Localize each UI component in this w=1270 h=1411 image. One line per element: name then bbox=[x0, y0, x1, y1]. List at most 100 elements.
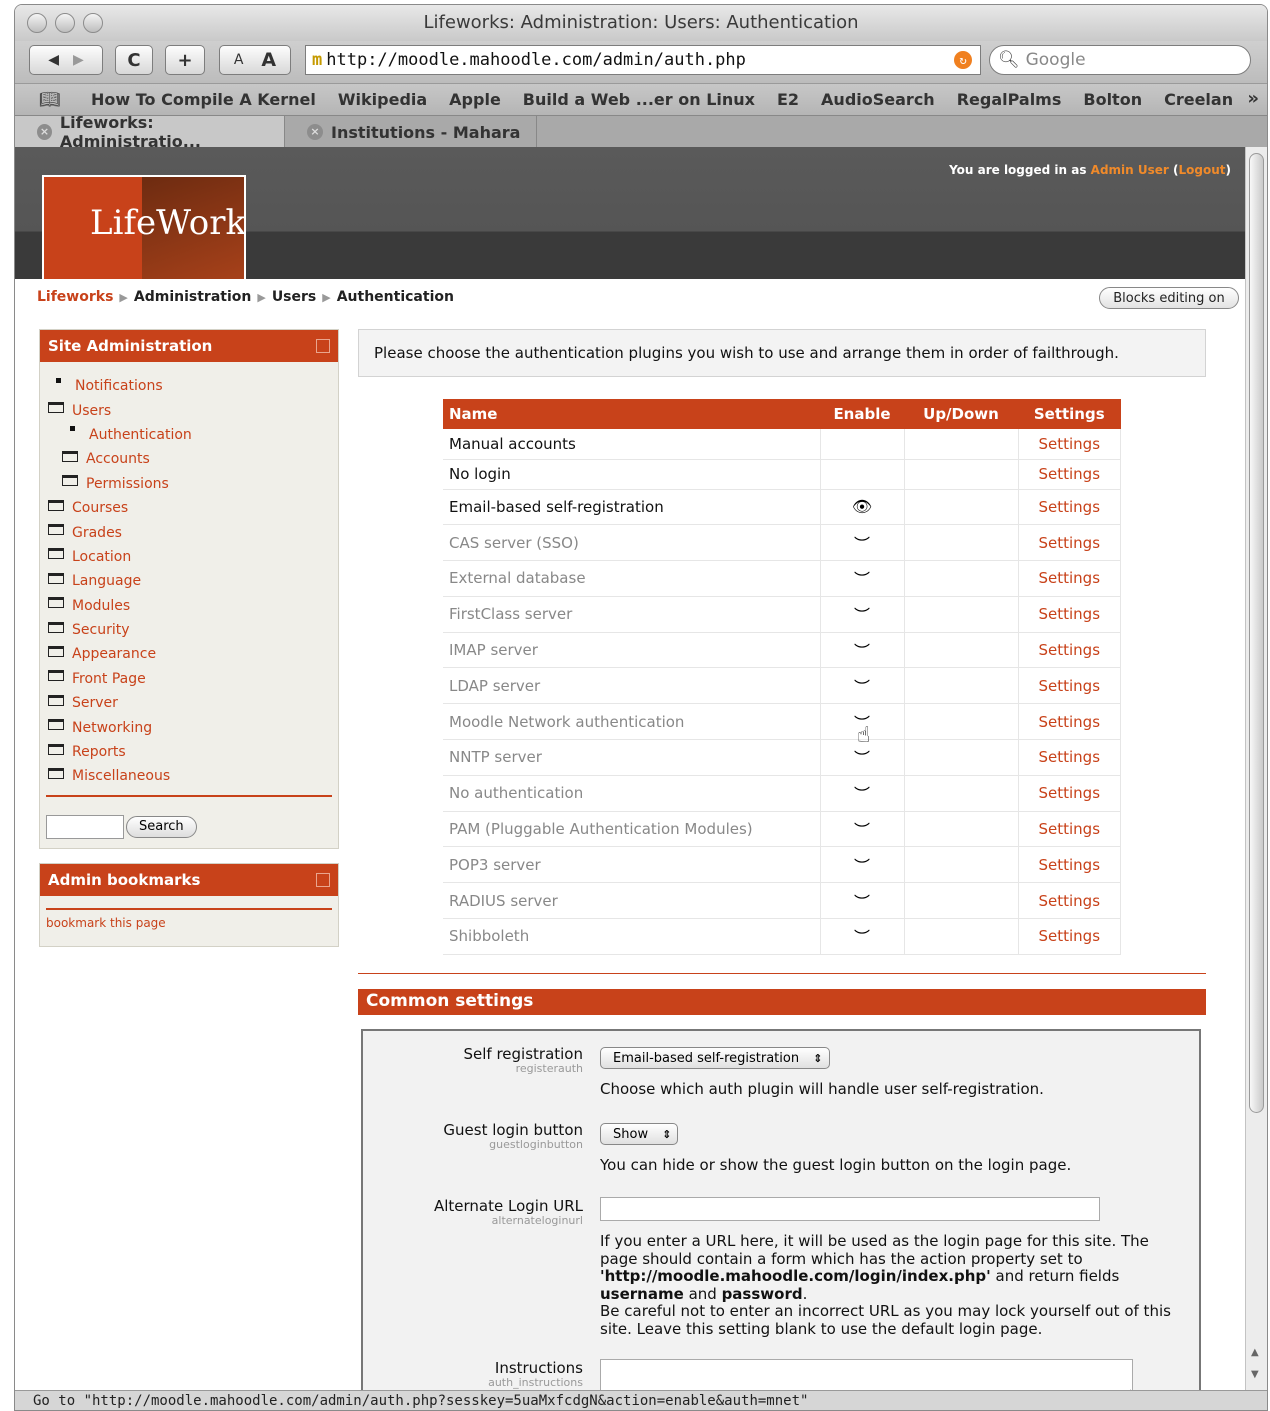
show-eye-closed-icon[interactable]: ︶ bbox=[854, 642, 870, 661]
show-eye-closed-icon[interactable]: ︶ bbox=[854, 678, 870, 697]
scroll-up-arrow-icon[interactable]: ▲ bbox=[1251, 1347, 1259, 1358]
settings-link[interactable]: Settings bbox=[1018, 739, 1121, 776]
settings-link[interactable]: Settings bbox=[1018, 524, 1121, 562]
sidebar-item-server[interactable]: Server bbox=[40, 691, 338, 715]
alt-login-url-input[interactable] bbox=[600, 1197, 1100, 1221]
sidebar-item-accounts[interactable]: Accounts bbox=[40, 447, 338, 471]
settings-link[interactable]: Settings bbox=[1018, 596, 1121, 633]
settings-link[interactable]: Settings bbox=[1018, 882, 1121, 920]
bookmark-item[interactable]: Wikipedia bbox=[338, 90, 427, 109]
collapse-block-icon[interactable] bbox=[316, 339, 330, 353]
forward-arrow-icon[interactable]: ▶ bbox=[73, 52, 84, 68]
selfreg-value: Email-based self-registration bbox=[613, 1050, 800, 1066]
bookmark-item[interactable]: RegalPalms bbox=[957, 90, 1062, 109]
table-row: Shibboleth ︶ Settings bbox=[443, 918, 1121, 955]
show-eye-closed-icon[interactable]: ︶ bbox=[854, 821, 870, 840]
bookmarks-book-icon[interactable]: 📖︎ bbox=[39, 90, 61, 110]
sidebar-item-grades[interactable]: Grades bbox=[40, 520, 338, 544]
sidebar-item-courses[interactable]: Courses bbox=[40, 496, 338, 520]
settings-link[interactable]: Settings bbox=[1018, 811, 1121, 848]
snapback-icon[interactable]: ↻ bbox=[954, 51, 972, 69]
text-size-buttons[interactable]: A A bbox=[219, 45, 291, 75]
settings-link[interactable]: Settings bbox=[1018, 918, 1121, 955]
breadcrumb-users[interactable]: Users bbox=[272, 289, 316, 305]
admin-search-button[interactable]: Search bbox=[126, 815, 197, 838]
settings-link[interactable]: Settings bbox=[1018, 846, 1121, 884]
show-eye-closed-icon[interactable]: ︶ bbox=[854, 857, 870, 876]
reload-button[interactable]: C bbox=[115, 45, 153, 75]
settings-link[interactable]: Settings bbox=[1018, 703, 1121, 741]
show-eye-closed-icon[interactable]: ︶ bbox=[854, 928, 870, 947]
settings-link[interactable]: Settings bbox=[1018, 489, 1121, 526]
sidebar-item-users[interactable]: Users bbox=[40, 398, 338, 422]
settings-link[interactable]: Settings bbox=[1018, 560, 1121, 597]
table-row: IMAP server ︶ Settings bbox=[443, 632, 1121, 669]
settings-link[interactable]: Settings bbox=[1018, 429, 1121, 460]
sidebar-item-miscellaneous[interactable]: Miscellaneous bbox=[40, 764, 338, 788]
sidebar-item-label: Courses bbox=[72, 500, 129, 517]
sidebar-item-networking[interactable]: Networking bbox=[40, 715, 338, 739]
instructions-textarea[interactable] bbox=[600, 1359, 1133, 1390]
back-forward-buttons[interactable]: ◀ ▶ bbox=[29, 45, 103, 75]
logout-link[interactable]: Logout bbox=[1179, 163, 1226, 177]
back-arrow-icon[interactable]: ◀ bbox=[48, 52, 59, 68]
bookmark-item[interactable]: Apple bbox=[449, 90, 501, 109]
close-tab-icon[interactable]: × bbox=[37, 124, 52, 140]
hide-eye-open-icon[interactable]: 👁︎ bbox=[852, 497, 872, 516]
show-eye-closed-icon[interactable]: ︶ bbox=[854, 535, 870, 554]
plugin-name: RADIUS server bbox=[443, 882, 821, 920]
show-eye-closed-icon[interactable]: ︶ bbox=[854, 570, 870, 589]
more-bookmarks-chevron-icon[interactable]: » bbox=[1247, 88, 1259, 109]
settings-link[interactable]: Settings bbox=[1018, 632, 1121, 669]
add-bookmark-button[interactable]: + bbox=[165, 45, 205, 75]
guest-select[interactable]: Show ⇕ bbox=[600, 1123, 678, 1145]
bookmark-this-page-link[interactable]: bookmark this page bbox=[46, 916, 332, 930]
sidebar-item-notifications[interactable]: Notifications bbox=[40, 374, 338, 398]
settings-link[interactable]: Settings bbox=[1018, 459, 1121, 490]
sidebar-item-front-page[interactable]: Front Page bbox=[40, 667, 338, 691]
sidebar-item-appearance[interactable]: Appearance bbox=[40, 642, 338, 666]
settings-link[interactable]: Settings bbox=[1018, 667, 1121, 705]
show-eye-closed-icon[interactable]: ︶ bbox=[854, 893, 870, 912]
plus-icon: + bbox=[177, 49, 193, 71]
bookmark-item[interactable]: Build a Web ...er on Linux bbox=[523, 90, 755, 109]
address-bar[interactable]: m http://moodle.mahoodle.com/admin/auth.… bbox=[305, 45, 981, 75]
close-tab-icon[interactable]: × bbox=[307, 124, 323, 140]
settings-link[interactable]: Settings bbox=[1018, 775, 1121, 812]
vertical-scrollbar[interactable]: ▲ ▼ bbox=[1245, 147, 1267, 1390]
breadcrumb-lifeworks[interactable]: Lifeworks bbox=[37, 289, 113, 305]
show-eye-closed-icon[interactable]: ︶ bbox=[854, 606, 870, 625]
bookmark-item[interactable]: Bolton bbox=[1083, 90, 1142, 109]
text-smaller-button[interactable]: A bbox=[234, 52, 244, 68]
admin-bookmarks-header: Admin bookmarks bbox=[40, 864, 338, 896]
url-text[interactable]: http://moodle.mahoodle.com/admin/auth.ph… bbox=[326, 50, 746, 70]
alt-desc-part: and bbox=[683, 1284, 722, 1303]
text-bigger-button[interactable]: A bbox=[261, 49, 276, 71]
blocks-editing-button[interactable]: Blocks editing on bbox=[1099, 287, 1239, 309]
sidebar-item-permissions[interactable]: Permissions bbox=[40, 472, 338, 496]
sidebar-item-modules[interactable]: Modules bbox=[40, 594, 338, 618]
show-eye-closed-icon[interactable]: ︶ bbox=[854, 749, 870, 768]
tab-lifeworks[interactable]: × Lifeworks: Administratio... bbox=[15, 113, 285, 151]
show-eye-closed-icon[interactable]: ︶ bbox=[854, 785, 870, 804]
bookmark-item[interactable]: E2 bbox=[777, 90, 799, 109]
lifeworks-logo[interactable]: LifeWorks bbox=[42, 175, 246, 279]
sidebar-item-location[interactable]: Location bbox=[40, 545, 338, 569]
breadcrumb-administration[interactable]: Administration bbox=[134, 289, 251, 305]
scrollbar-thumb[interactable] bbox=[1249, 153, 1264, 1113]
google-search-field[interactable]: 🔍︎ Google bbox=[989, 45, 1251, 75]
selfreg-select[interactable]: Email-based self-registration ⇕ bbox=[600, 1047, 830, 1069]
bookmark-item[interactable]: Creelan bbox=[1164, 90, 1233, 109]
sidebar-item-security[interactable]: Security bbox=[40, 618, 338, 642]
sidebar-item-language[interactable]: Language bbox=[40, 569, 338, 593]
tab-mahara[interactable]: × Institutions - Mahara bbox=[285, 116, 537, 148]
bookmark-item[interactable]: How To Compile A Kernel bbox=[91, 90, 316, 109]
bookmark-item[interactable]: AudioSearch bbox=[821, 90, 935, 109]
user-link[interactable]: Admin User bbox=[1091, 163, 1169, 177]
sidebar-item-authentication[interactable]: Authentication bbox=[40, 423, 338, 447]
sidebar-item-reports[interactable]: Reports bbox=[40, 740, 338, 764]
admin-search-input[interactable] bbox=[46, 814, 124, 839]
site-favicon-icon: m bbox=[312, 50, 323, 70]
scroll-down-arrow-icon[interactable]: ▼ bbox=[1251, 1369, 1259, 1380]
collapse-block-icon[interactable] bbox=[316, 873, 330, 887]
